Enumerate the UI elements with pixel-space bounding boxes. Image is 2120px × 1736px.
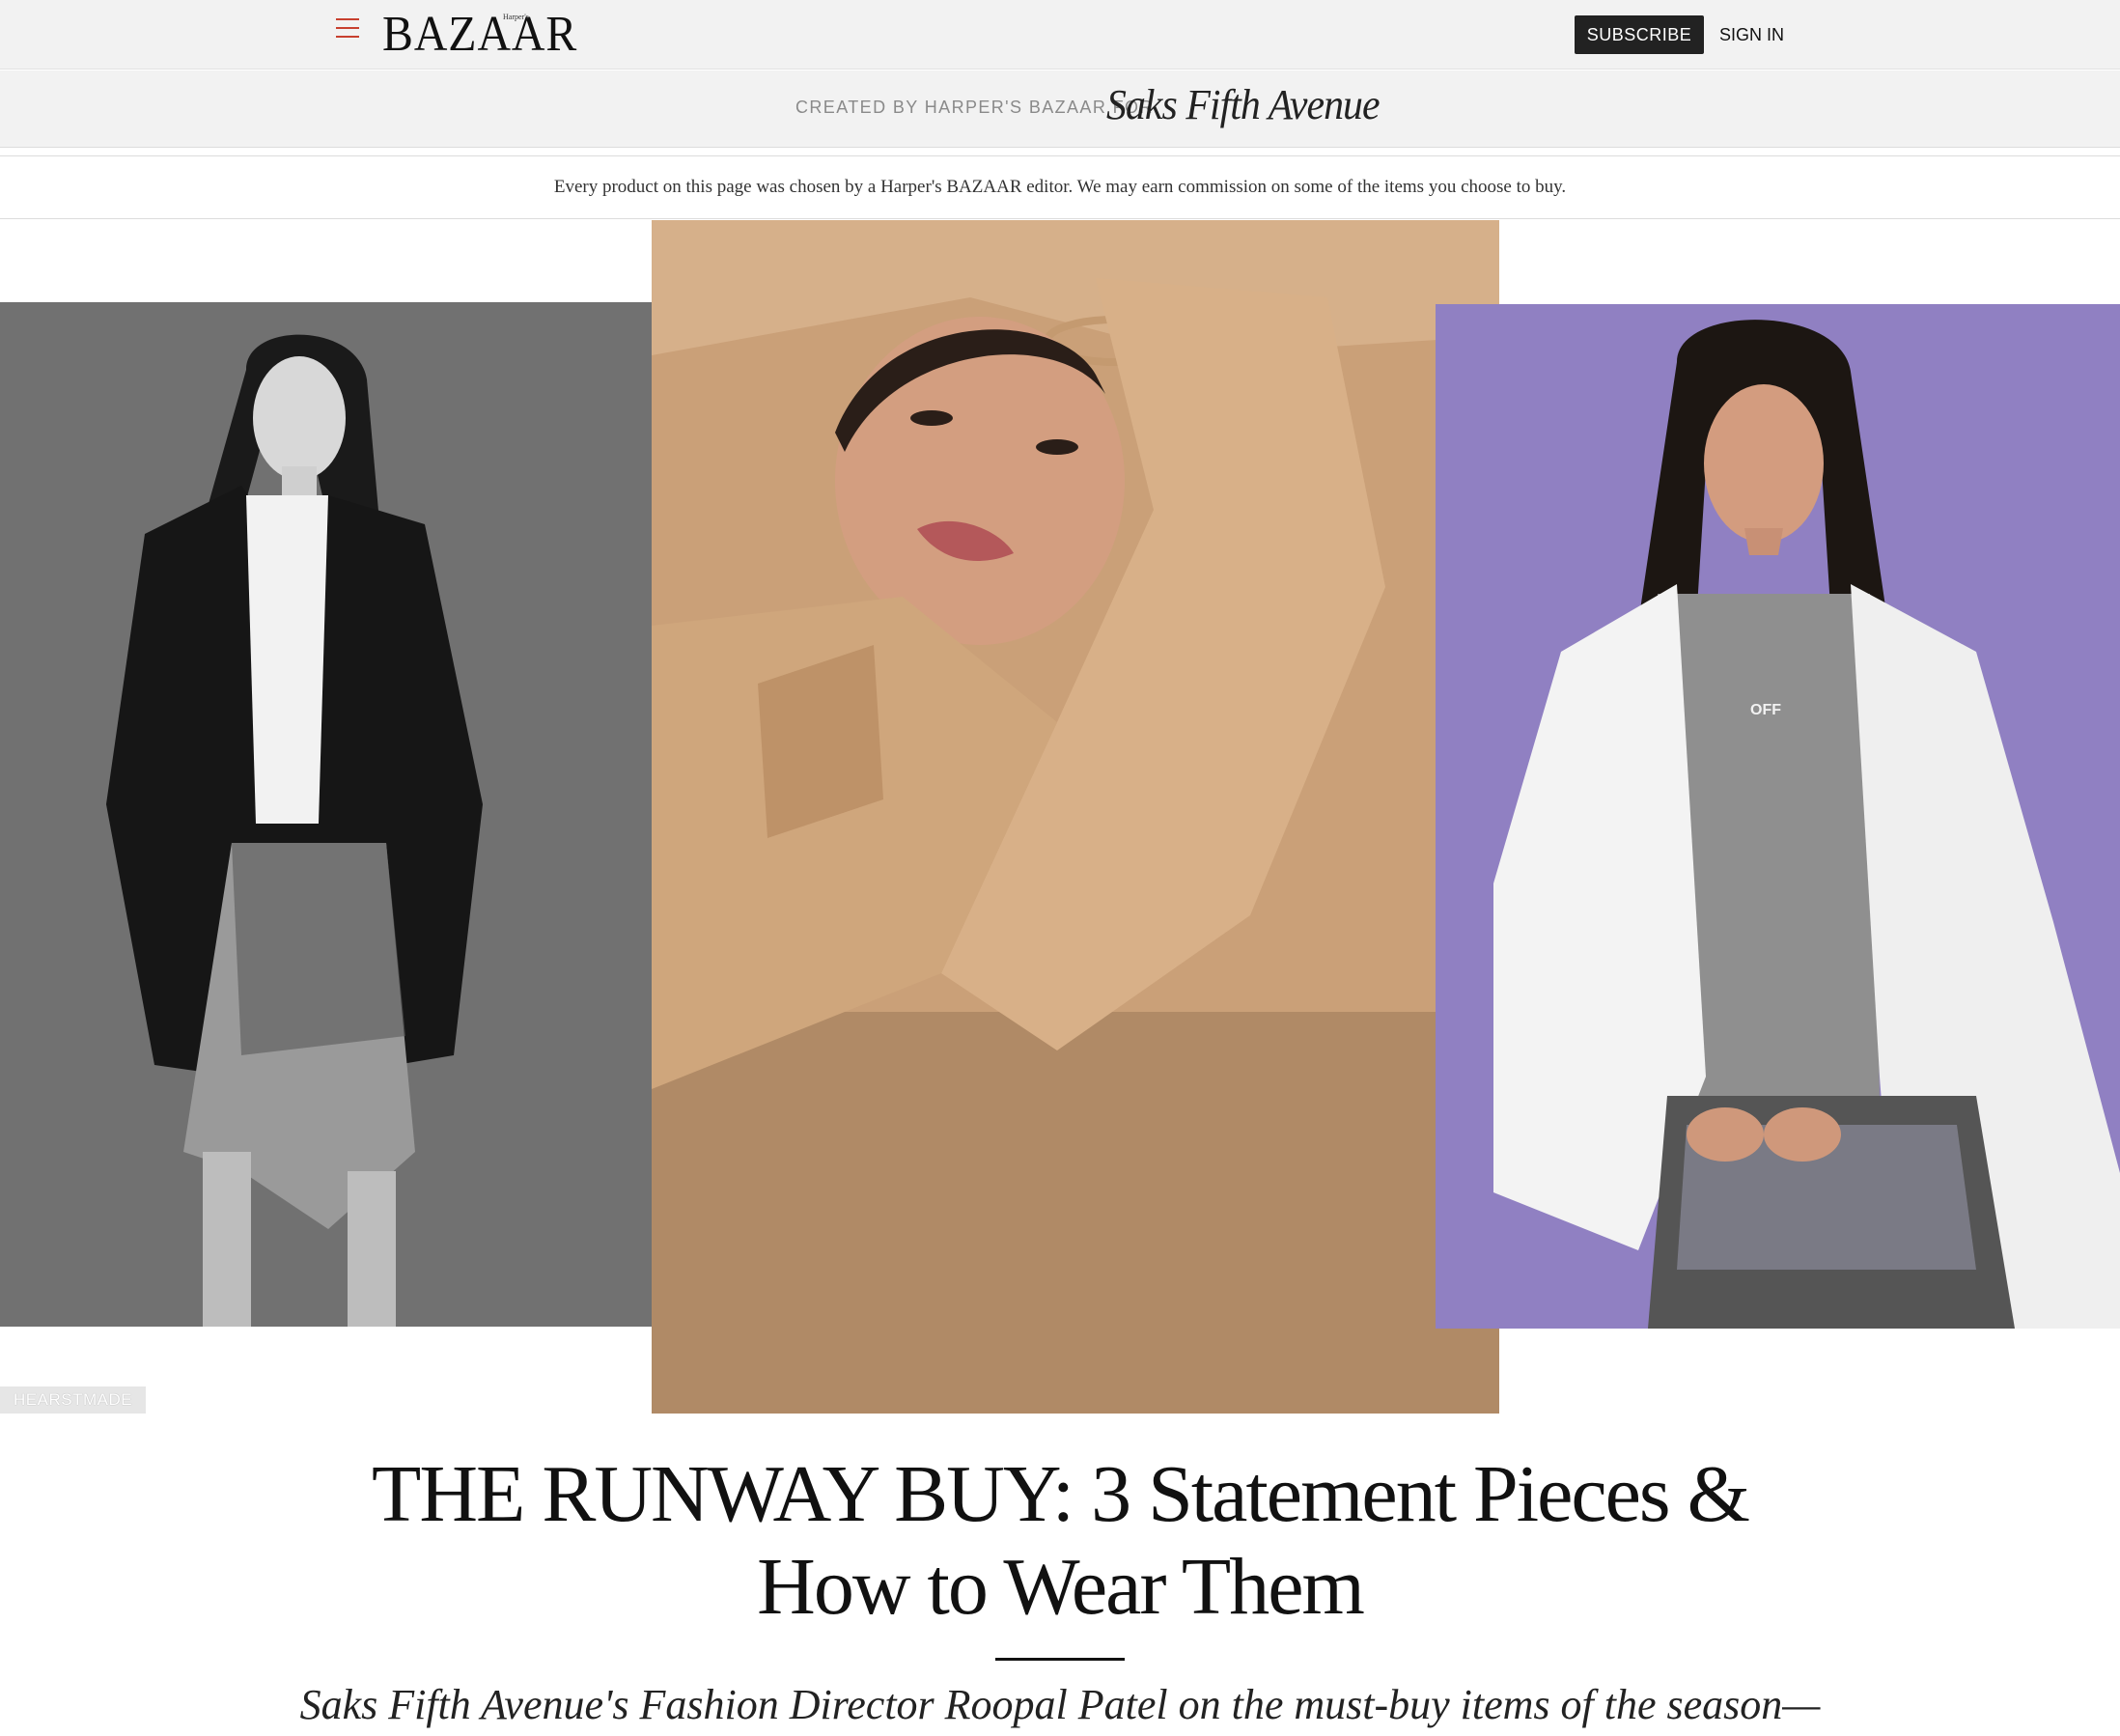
affiliate-disclaimer: Every product on this page was chosen by… — [0, 155, 2120, 219]
bazaar-logo[interactable]: BAZAAR — [382, 8, 577, 62]
sign-in-link[interactable]: SIGN IN — [1719, 15, 1784, 54]
saks-fifth-avenue-logo[interactable]: Saks Fifth Avenue — [1106, 80, 1381, 129]
disclaimer-text: Every product on this page was chosen by… — [553, 177, 1567, 197]
article-dek: Saks Fifth Avenue's Fashion Director Roo… — [299, 1681, 1821, 1728]
photo-credit: HEARSTMADE — [0, 1386, 147, 1414]
black-and-white-leather-jacket-photo — [0, 302, 652, 1327]
title-divider — [995, 1658, 1125, 1661]
white-anorak-purple-background-photo: OFF — [1436, 304, 2120, 1329]
anorak-model-illustration: OFF — [1436, 304, 2120, 1329]
trench-coat-model-illustration — [652, 220, 1499, 1414]
camel-trench-closeup-photo — [652, 220, 1499, 1414]
sponsor-banner: CREATED BY HARPER'S BAZAAR FOR Saks Fift… — [0, 70, 2120, 148]
top-nav: BAZAAR Harper's SUBSCRIBE SIGN IN — [0, 0, 2120, 70]
hamburger-menu-icon[interactable] — [336, 18, 363, 43]
article-title: THE RUNWAY BUY: 3 Statement Pieces & How… — [372, 1449, 1750, 1632]
sponsor-label: CREATED BY HARPER'S BAZAAR FOR — [795, 98, 1154, 117]
subscribe-button[interactable]: SUBSCRIBE — [1575, 15, 1704, 54]
bazaar-logo-harpers: Harper's — [503, 13, 529, 21]
leather-jacket-model-illustration — [0, 302, 652, 1327]
shirt-text: OFF — [1750, 702, 1781, 718]
